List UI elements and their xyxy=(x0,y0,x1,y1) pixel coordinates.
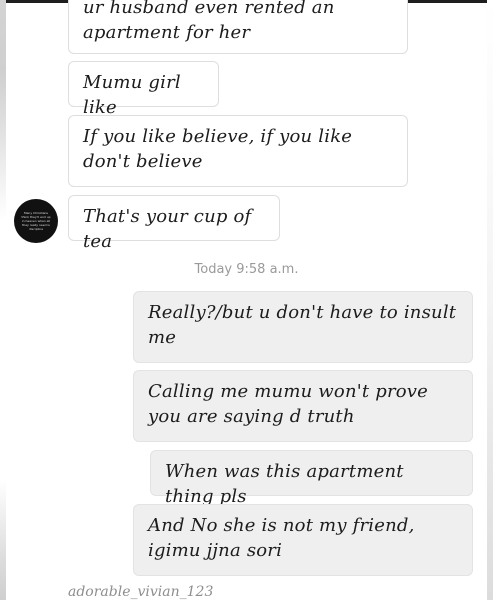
message-text: Mumu girl like xyxy=(83,72,181,118)
message-text: ur husband even rented an apartment for … xyxy=(83,0,335,43)
message-text: If you like believe, if you like don't b… xyxy=(83,126,353,172)
received-message[interactable]: ur husband even rented an apartment for … xyxy=(68,0,408,54)
watermark-username: adorable_vivian_123 xyxy=(68,584,214,600)
message-text: And No she is not my friend, igimu jjna … xyxy=(148,515,415,561)
sent-message[interactable]: And No she is not my friend, igimu jjna … xyxy=(133,504,473,576)
sent-message[interactable]: Really?/but u don't have to insult me xyxy=(133,291,473,363)
left-edge xyxy=(0,0,6,600)
sent-message[interactable]: Calling me mumu won't prove you are sayi… xyxy=(133,370,473,442)
sent-message[interactable]: When was this apartment thing pls xyxy=(150,450,473,507)
right-edge xyxy=(487,0,493,600)
received-message[interactable]: Mumu girl like xyxy=(68,61,219,118)
message-text: Calling me mumu won't prove you are sayi… xyxy=(148,381,429,427)
received-message[interactable]: If you like believe, if you like don't b… xyxy=(68,115,408,187)
message-text: That's your cup of tea xyxy=(83,206,252,252)
avatar-caption: Many Christians think they'll end up in … xyxy=(21,211,51,231)
message-text: When was this apartment thing pls xyxy=(165,461,404,507)
message-text: Really?/but u don't have to insult me xyxy=(148,302,457,348)
contact-avatar[interactable]: Many Christians think they'll end up in … xyxy=(14,199,58,243)
message-timestamp: Today 9:58 a.m. xyxy=(194,262,299,277)
received-message[interactable]: That's your cup of tea xyxy=(68,195,280,252)
